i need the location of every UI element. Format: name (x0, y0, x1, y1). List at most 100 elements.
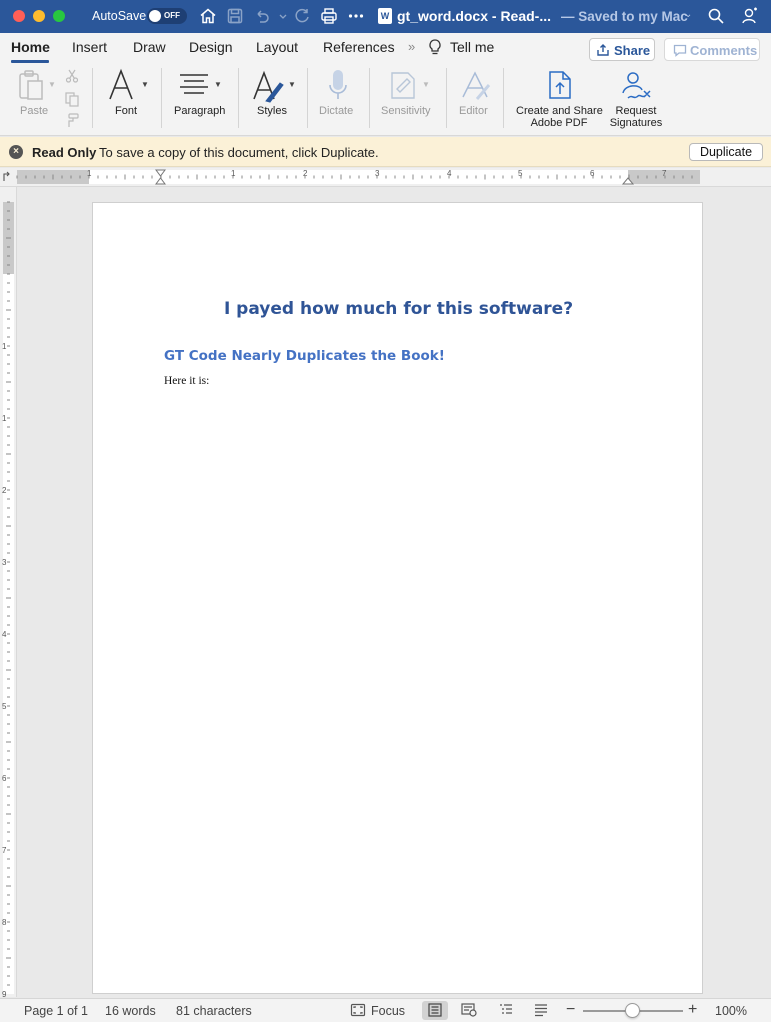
styles-group[interactable]: ▼ Styles (248, 64, 300, 136)
print-icon[interactable] (319, 6, 339, 26)
editor-label: Editor (459, 105, 488, 117)
zoom-in-button[interactable]: + (688, 1001, 697, 1019)
home-icon[interactable] (198, 6, 218, 26)
redo-icon[interactable] (292, 6, 312, 26)
duplicate-button[interactable]: Duplicate (689, 143, 763, 161)
create-share-label-line2: Adobe PDF (530, 117, 588, 129)
tell-me-search[interactable]: Tell me (450, 39, 494, 55)
word-document-icon: W (378, 8, 392, 24)
adobe-pdf-share-icon (547, 69, 573, 101)
lightbulb-icon[interactable] (427, 38, 443, 56)
read-only-message-bar: × Read Only To save a copy of this docum… (0, 137, 771, 167)
undo-icon[interactable] (252, 6, 272, 26)
page-count[interactable]: Page 1 of 1 (24, 1004, 88, 1018)
vertical-ruler[interactable]: 1 1 2 3 4 5 6 7 8 9 (0, 187, 17, 999)
styles-dropdown-icon: ▼ (288, 80, 296, 89)
active-tab-indicator (11, 60, 49, 63)
read-only-close-icon[interactable]: × (9, 145, 23, 159)
account-icon[interactable] (740, 6, 760, 26)
undo-dropdown-icon[interactable] (273, 6, 287, 26)
sensitivity-icon (389, 69, 417, 101)
comments-button[interactable]: Comments (664, 38, 760, 61)
zoom-window-button[interactable] (53, 10, 65, 22)
search-icon[interactable] (706, 6, 726, 26)
document-heading[interactable]: GT Code Nearly Duplicates the Book! (164, 348, 445, 364)
tab-draw[interactable]: Draw (133, 39, 166, 55)
web-layout-icon[interactable] (461, 1003, 477, 1017)
ruler-number: 8 (2, 918, 7, 927)
paste-dropdown-icon[interactable]: ▼ (48, 80, 56, 89)
ribbon-separator (161, 68, 162, 128)
create-share-pdf-button[interactable]: Create and Share Adobe PDF (512, 64, 606, 136)
font-dropdown-icon: ▼ (141, 80, 149, 89)
editor-icon (459, 69, 491, 101)
document-canvas[interactable]: I payed how much for this software? GT C… (17, 187, 771, 997)
dictate-button[interactable]: Dictate (314, 64, 364, 136)
share-button[interactable]: Share (589, 38, 655, 61)
tab-design[interactable]: Design (189, 39, 233, 55)
ribbon-tabs: Home Insert Draw Design Layout Reference… (0, 33, 771, 64)
ribbon-toolbar: ▼ Paste ▼ Font ▼ Paragraph ▼ Styles Dict… (0, 64, 771, 136)
outline-view-icon[interactable] (498, 1003, 514, 1017)
close-window-button[interactable] (13, 10, 25, 22)
paragraph-dropdown-icon: ▼ (214, 80, 222, 89)
ribbon-separator (369, 68, 370, 128)
minimize-window-button[interactable] (33, 10, 45, 22)
ruler-number: 6 (2, 774, 7, 783)
draft-view-icon[interactable] (533, 1003, 549, 1017)
request-label-line2: Signatures (609, 117, 663, 129)
font-label: Font (115, 105, 138, 117)
focus-icon[interactable] (350, 1003, 366, 1017)
zoom-level[interactable]: 100% (715, 1004, 747, 1018)
dictate-label: Dictate (319, 105, 354, 117)
horizontal-ruler-ticks (3, 169, 700, 185)
tab-layout[interactable]: Layout (256, 39, 298, 55)
word-count[interactable]: 16 words (105, 1004, 156, 1018)
focus-label[interactable]: Focus (371, 1004, 405, 1018)
ruler-number: 2 (303, 169, 308, 178)
more-tabs-chevron-icon[interactable]: » (408, 39, 415, 54)
font-group[interactable]: ▼ Font (100, 64, 156, 136)
horizontal-ruler[interactable]: 1 1 2 3 4 5 6 7 (0, 168, 771, 187)
request-signatures-button[interactable]: Request Signatures (606, 64, 666, 136)
paragraph-group[interactable]: ▼ Paragraph (170, 64, 232, 136)
tab-home[interactable]: Home (11, 39, 50, 55)
document-name: gt_word.docx - Read-... (397, 8, 552, 24)
more-commands-icon[interactable] (346, 6, 366, 26)
ruler-number: 5 (2, 702, 7, 711)
save-icon[interactable] (225, 6, 245, 26)
sensitivity-button[interactable]: ▼ Sensitivity (377, 64, 441, 136)
ruler-number: 5 (518, 169, 523, 178)
styles-icon (252, 69, 284, 103)
paragraph-label: Paragraph (174, 105, 226, 117)
copy-icon[interactable] (64, 91, 80, 107)
ruler-number: 1 (87, 169, 92, 178)
print-layout-icon[interactable] (427, 1003, 443, 1017)
zoom-out-button[interactable]: − (566, 1001, 575, 1019)
zoom-slider-thumb[interactable] (625, 1003, 640, 1018)
autosave-toggle[interactable]: OFF (147, 8, 187, 24)
tab-references[interactable]: References (323, 39, 395, 55)
ruler-number: 4 (2, 630, 7, 639)
document-page[interactable]: I payed how much for this software? GT C… (92, 202, 703, 994)
chevron-down-icon[interactable]: ⌄ (684, 9, 692, 20)
sensitivity-dropdown-icon: ▼ (422, 80, 430, 89)
vertical-ruler-ticks (3, 201, 14, 994)
clipboard-group: ▼ Paste (10, 64, 90, 136)
paste-icon[interactable] (16, 69, 46, 103)
cut-icon[interactable] (65, 69, 79, 83)
autosave-state: OFF (164, 11, 180, 20)
paste-label: Paste (20, 105, 49, 117)
document-title[interactable]: I payed how much for this software? (93, 299, 704, 319)
ribbon-separator (92, 68, 93, 128)
styles-label: Styles (257, 105, 287, 117)
ribbon-separator (446, 68, 447, 128)
tab-insert[interactable]: Insert (72, 39, 107, 55)
saved-status[interactable]: — Saved to my Mac (561, 9, 688, 24)
editor-button[interactable]: Editor (455, 64, 495, 136)
autosave-label: AutoSave (92, 9, 147, 23)
document-body-text[interactable]: Here it is: (164, 375, 209, 387)
ruler-number: 1 (231, 169, 236, 178)
format-painter-icon[interactable] (64, 112, 80, 128)
character-count[interactable]: 81 characters (176, 1004, 252, 1018)
